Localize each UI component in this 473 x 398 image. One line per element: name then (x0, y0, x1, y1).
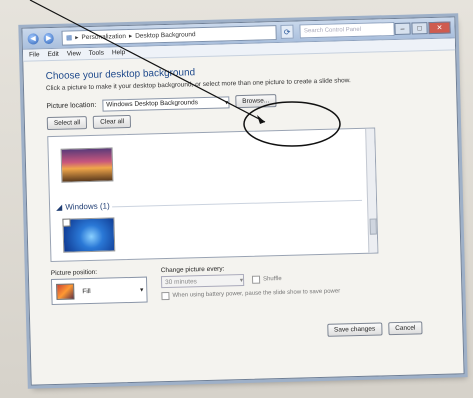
fill-preview-icon (56, 283, 75, 300)
change-picture-group: Change picture every: 30 minutes ▾ Shuff… (161, 262, 341, 302)
desktop-background-window: ◀ ▶ ▦ ▸ Personalization ▸ Desktop Backgr… (21, 16, 465, 386)
select-all-button[interactable]: Select all (46, 116, 88, 131)
refresh-icon[interactable]: ⟳ (280, 24, 295, 39)
forward-button[interactable]: ▶ (43, 32, 55, 44)
battery-label: When using battery power, pause the slid… (172, 288, 341, 299)
search-input[interactable]: Search Control Panel (299, 21, 395, 39)
window-controls: – □ ✕ (394, 21, 451, 35)
breadcrumb-sep: ▸ (75, 34, 79, 42)
cancel-button[interactable]: Cancel (387, 321, 423, 336)
picture-position-group: Picture position: Fill ▾ (51, 268, 148, 306)
thumbnail-checkbox[interactable] (62, 218, 71, 227)
picture-location-value: Windows Desktop Backgrounds (106, 99, 199, 109)
breadcrumb-personalization[interactable]: Personalization (81, 33, 126, 41)
options-section: Picture position: Fill ▾ Change picture … (51, 260, 440, 306)
group-label: Windows (1) (65, 201, 110, 212)
picture-position-value: Fill (82, 287, 91, 295)
dialog-footer: Save changes Cancel (326, 321, 423, 337)
group-header[interactable]: ◢ Windows (1) (56, 201, 110, 211)
minimize-button[interactable]: – (394, 22, 411, 35)
picture-location-select[interactable]: Windows Desktop Backgrounds ▾ (102, 95, 230, 112)
gallery-scrollbar[interactable] (365, 128, 378, 253)
menu-help[interactable]: Help (112, 49, 126, 56)
chevron-down-icon: ▾ (224, 98, 229, 106)
back-button[interactable]: ◀ (27, 32, 39, 45)
menu-edit[interactable]: Edit (47, 51, 58, 58)
chevron-down-icon: ▾ (139, 286, 144, 294)
breadcrumb[interactable]: ▦ ▸ Personalization ▸ Desktop Background (61, 24, 277, 46)
control-panel-icon: ▦ (65, 34, 73, 42)
menu-tools[interactable]: Tools (89, 50, 104, 57)
breadcrumb-desktop-background[interactable]: Desktop Background (135, 31, 196, 40)
battery-checkbox[interactable] (161, 291, 170, 301)
battery-option[interactable]: When using battery power, pause the slid… (161, 287, 341, 301)
save-changes-button[interactable]: Save changes (326, 322, 383, 337)
clear-all-button[interactable]: Clear all (93, 114, 132, 129)
shuffle-checkbox[interactable] (251, 275, 261, 284)
interval-select[interactable]: 30 minutes ▾ (160, 274, 245, 289)
picture-location-label: Picture location: (46, 101, 97, 111)
wallpaper-thumbnail-sunset[interactable] (60, 147, 114, 183)
interval-row: 30 minutes ▾ Shuffle (160, 271, 340, 289)
shuffle-option[interactable]: Shuffle (251, 275, 282, 284)
scrollbar-thumb[interactable] (369, 218, 377, 235)
chevron-down-icon: ▾ (239, 277, 244, 285)
close-button[interactable]: ✕ (428, 21, 451, 35)
picture-position-select[interactable]: Fill ▾ (50, 276, 148, 306)
shuffle-label: Shuffle (262, 276, 282, 283)
maximize-button[interactable]: □ (411, 22, 428, 35)
picture-position-label: Picture position: (50, 268, 98, 278)
collapse-icon[interactable]: ◢ (56, 203, 62, 212)
group-divider (112, 199, 363, 208)
picture-gallery: ◢ Windows (1) (47, 127, 379, 263)
breadcrumb-sep: ▸ (128, 32, 133, 40)
menu-view[interactable]: View (67, 50, 81, 57)
browse-button[interactable]: Browse... (235, 94, 277, 109)
main-content: Choose your desktop background Click a p… (23, 50, 461, 306)
interval-value: 30 minutes (165, 277, 197, 286)
menu-file[interactable]: File (29, 51, 40, 58)
